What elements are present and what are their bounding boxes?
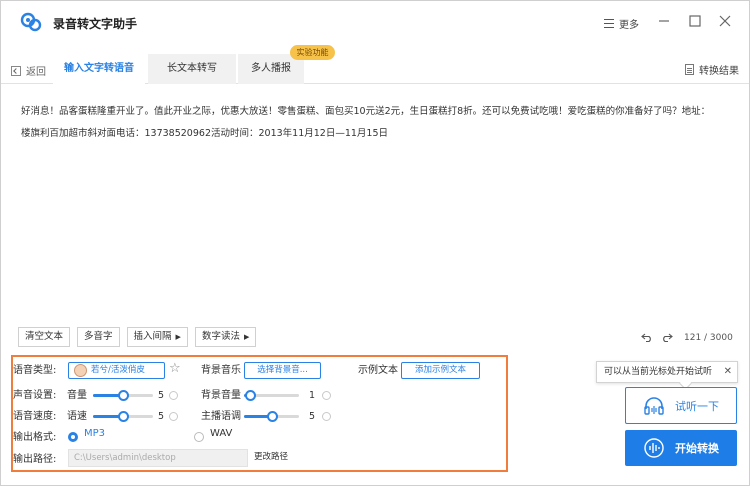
change-path-link[interactable]: 更改路径 <box>254 450 288 462</box>
editor-line: 好消息！品客蛋糕隆重开业了。值此开业之际，优惠大放送！零售蛋糕、面包买10元送2… <box>21 106 711 117</box>
close-icon[interactable]: ✕ <box>724 362 732 382</box>
sample-text-label: 示例文本 <box>358 365 398 376</box>
wav-radio[interactable] <box>194 432 204 442</box>
title-bar: 录音转文字助手 更多 <box>1 1 749 43</box>
volume-label: 音量 <box>67 390 87 401</box>
insert-pause-label: 插入间隔 <box>133 331 172 342</box>
start-convert-button[interactable]: 开始转换 <box>625 430 737 466</box>
close-icon[interactable] <box>717 13 733 29</box>
slider-handle[interactable] <box>118 390 129 401</box>
add-sample-text-button[interactable]: 添加示例文本 <box>401 362 480 379</box>
editor-line: 楼旗利百加超市斜对面电话：13738520962活动时间：2013年11月12日… <box>21 128 389 139</box>
reset-icon[interactable] <box>169 391 178 400</box>
more-label: 更多 <box>619 20 639 31</box>
clear-text-label: 清空文本 <box>25 331 64 342</box>
volume-slider[interactable] <box>93 390 153 401</box>
tab-bar: 返回 输入文字转语音 长文本转写 多人播报 转换结果 <box>1 53 749 84</box>
choose-bg-music-button[interactable]: 选择背景音... <box>244 362 321 379</box>
speed-slider[interactable] <box>93 411 153 422</box>
tab-long-text[interactable]: 长文本转写 <box>148 54 236 84</box>
reset-icon[interactable] <box>169 412 178 421</box>
slider-handle[interactable] <box>245 390 256 401</box>
bg-music-label: 背景音乐 <box>201 365 241 376</box>
text-editor[interactable]: 好消息！品客蛋糕隆重开业了。值此开业之际，优惠大放送！零售蛋糕、面包买10元送2… <box>21 101 731 145</box>
voice-name: 若兮/活泼俏皮 <box>91 365 145 375</box>
mp3-label: MP3 <box>84 428 106 439</box>
speed-sub-label: 语速 <box>67 411 87 422</box>
more-menu-button[interactable]: 更多 <box>604 16 639 31</box>
number-reading-label: 数字读法 <box>201 331 240 342</box>
bg-volume-slider[interactable] <box>244 390 299 401</box>
pitch-value: 5 <box>309 411 316 422</box>
maximize-icon[interactable] <box>687 13 703 29</box>
character-counter: 121 / 3000 <box>684 333 733 343</box>
headphones-icon <box>644 396 664 415</box>
pitch-label: 主播语调 <box>201 411 241 422</box>
slider-handle[interactable] <box>118 411 129 422</box>
listen-tooltip: 可以从当前光标处开始试听 ✕ <box>596 361 738 383</box>
reset-icon[interactable] <box>322 412 331 421</box>
output-path-field[interactable]: C:\Users\admin\desktop <box>68 449 248 467</box>
listen-button[interactable]: 试听一下 <box>625 387 737 424</box>
slider-handle[interactable] <box>267 411 278 422</box>
undo-icon[interactable] <box>641 332 653 342</box>
favorite-star-icon[interactable]: ☆ <box>169 361 181 376</box>
back-button[interactable]: 返回 <box>11 63 46 78</box>
redo-icon[interactable] <box>661 332 673 342</box>
back-label: 返回 <box>26 67 46 78</box>
polyphone-label: 多音字 <box>84 331 113 342</box>
wav-label: WAV <box>210 428 233 439</box>
speed-label: 语音速度: <box>13 411 57 422</box>
app-title: 录音转文字助手 <box>53 17 138 31</box>
insert-pause-button[interactable]: 插入间隔 ▶ <box>126 327 188 347</box>
result-label: 转换结果 <box>699 66 739 77</box>
bg-volume-label: 背景音量 <box>201 390 241 401</box>
number-reading-button[interactable]: 数字读法 ▶ <box>194 327 257 347</box>
polyphone-button[interactable]: 多音字 <box>77 327 120 347</box>
reset-icon[interactable] <box>322 391 331 400</box>
voice-settings-panel: 语音类型: 若兮/活泼俏皮 ☆ 背景音乐 选择背景音... 示例文本 添加示例文… <box>11 355 508 472</box>
clear-text-button[interactable]: 清空文本 <box>18 327 71 347</box>
convert-label: 开始转换 <box>675 442 719 455</box>
mp3-radio[interactable] <box>68 432 78 442</box>
volume-value: 5 <box>158 390 165 401</box>
document-icon <box>685 64 694 75</box>
voice-select-button[interactable]: 若兮/活泼俏皮 <box>68 362 165 379</box>
path-label: 输出路径: <box>13 454 57 465</box>
format-label: 输出格式: <box>13 432 57 443</box>
back-arrow-icon <box>11 65 21 76</box>
triangle-right-icon: ▶ <box>175 333 181 341</box>
app-logo-icon <box>20 12 42 32</box>
speed-value: 5 <box>158 411 165 422</box>
sound-settings-label: 声音设置: <box>13 390 57 401</box>
tab-text-to-speech[interactable]: 输入文字转语音 <box>53 54 145 84</box>
minimize-icon[interactable] <box>656 13 672 29</box>
voice-type-label: 语音类型: <box>13 365 57 376</box>
pitch-slider[interactable] <box>244 411 299 422</box>
menu-icon <box>604 19 614 29</box>
listen-label: 试听一下 <box>675 399 719 413</box>
experimental-badge: 实验功能 <box>290 45 335 60</box>
conversion-result-button[interactable]: 转换结果 <box>685 62 739 77</box>
avatar <box>74 364 87 377</box>
editor-toolbar: 清空文本 多音字 插入间隔 ▶ 数字读法 ▶ <box>18 327 263 347</box>
tooltip-text: 可以从当前光标处开始试听 <box>604 367 713 377</box>
app-window: 录音转文字助手 更多 返回 输入文字转语音 长文本转写 多人播报 转换结果 实验… <box>0 0 750 486</box>
bg-volume-value: 1 <box>309 390 316 401</box>
triangle-right-icon: ▶ <box>243 333 250 341</box>
audio-wave-icon <box>644 438 664 458</box>
